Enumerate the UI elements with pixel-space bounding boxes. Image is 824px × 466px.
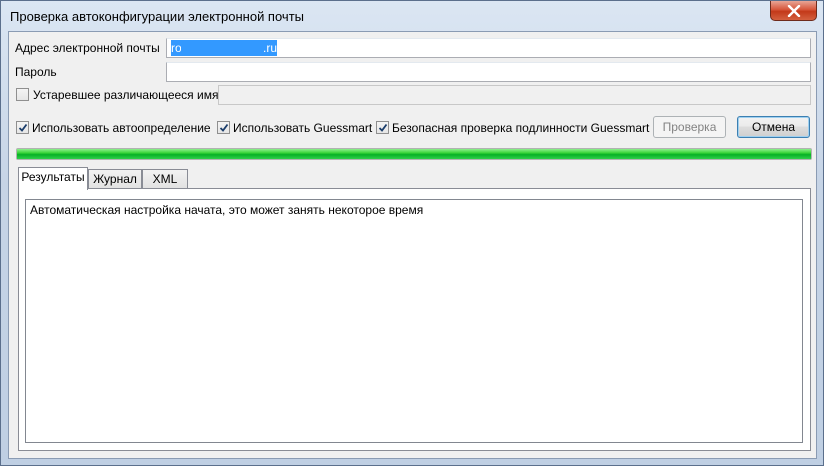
tab-xml[interactable]: XML	[142, 169, 188, 190]
email-value-end: .ru	[181, 40, 277, 56]
checkmark-icon	[378, 123, 388, 132]
checkmark-icon	[18, 123, 28, 132]
legacy-dn-field[interactable]	[218, 85, 811, 105]
tab-log[interactable]: Журнал	[88, 169, 142, 190]
secure-auth-label[interactable]: Безопасная проверка подлинности Guessmar…	[392, 121, 649, 135]
legacy-dn-checkbox[interactable]	[16, 88, 29, 101]
close-icon	[787, 5, 801, 17]
password-field[interactable]	[166, 62, 811, 82]
dialog-window: Проверка автоконфигурации электронной по…	[0, 0, 824, 466]
secure-auth-checkbox[interactable]	[376, 121, 389, 134]
autodiscover-label[interactable]: Использовать автоопределение	[32, 121, 211, 135]
autodiscover-checkbox[interactable]	[16, 121, 29, 134]
close-button[interactable]	[770, 1, 817, 21]
tab-results[interactable]: Результаты	[18, 167, 88, 190]
guessmart-checkbox[interactable]	[217, 121, 230, 134]
dialog-client-area: Адрес электронной почты ro .ru Пароль Ус…	[8, 31, 817, 459]
email-value-start: ro	[171, 40, 182, 56]
results-textbox[interactable]: Автоматическая настройка начата, это мож…	[25, 199, 803, 443]
email-label: Адрес электронной почты	[15, 41, 160, 55]
cancel-button[interactable]: Отмена	[737, 116, 810, 138]
progress-fill	[17, 149, 811, 159]
results-message: Автоматическая настройка начата, это мож…	[30, 203, 424, 217]
checkmark-icon	[219, 123, 229, 132]
legacy-dn-label[interactable]: Устаревшее различающееся имя	[33, 88, 218, 102]
email-field[interactable]: ro .ru	[166, 38, 811, 58]
tab-panel-results: Автоматическая настройка начата, это мож…	[18, 188, 811, 451]
progress-bar	[16, 148, 812, 160]
window-title: Проверка автоконфигурации электронной по…	[10, 9, 304, 24]
title-bar[interactable]: Проверка автоконфигурации электронной по…	[1, 1, 823, 31]
password-label: Пароль	[15, 65, 57, 79]
test-button[interactable]: Проверка	[653, 116, 726, 138]
guessmart-label[interactable]: Использовать Guessmart	[233, 121, 372, 135]
